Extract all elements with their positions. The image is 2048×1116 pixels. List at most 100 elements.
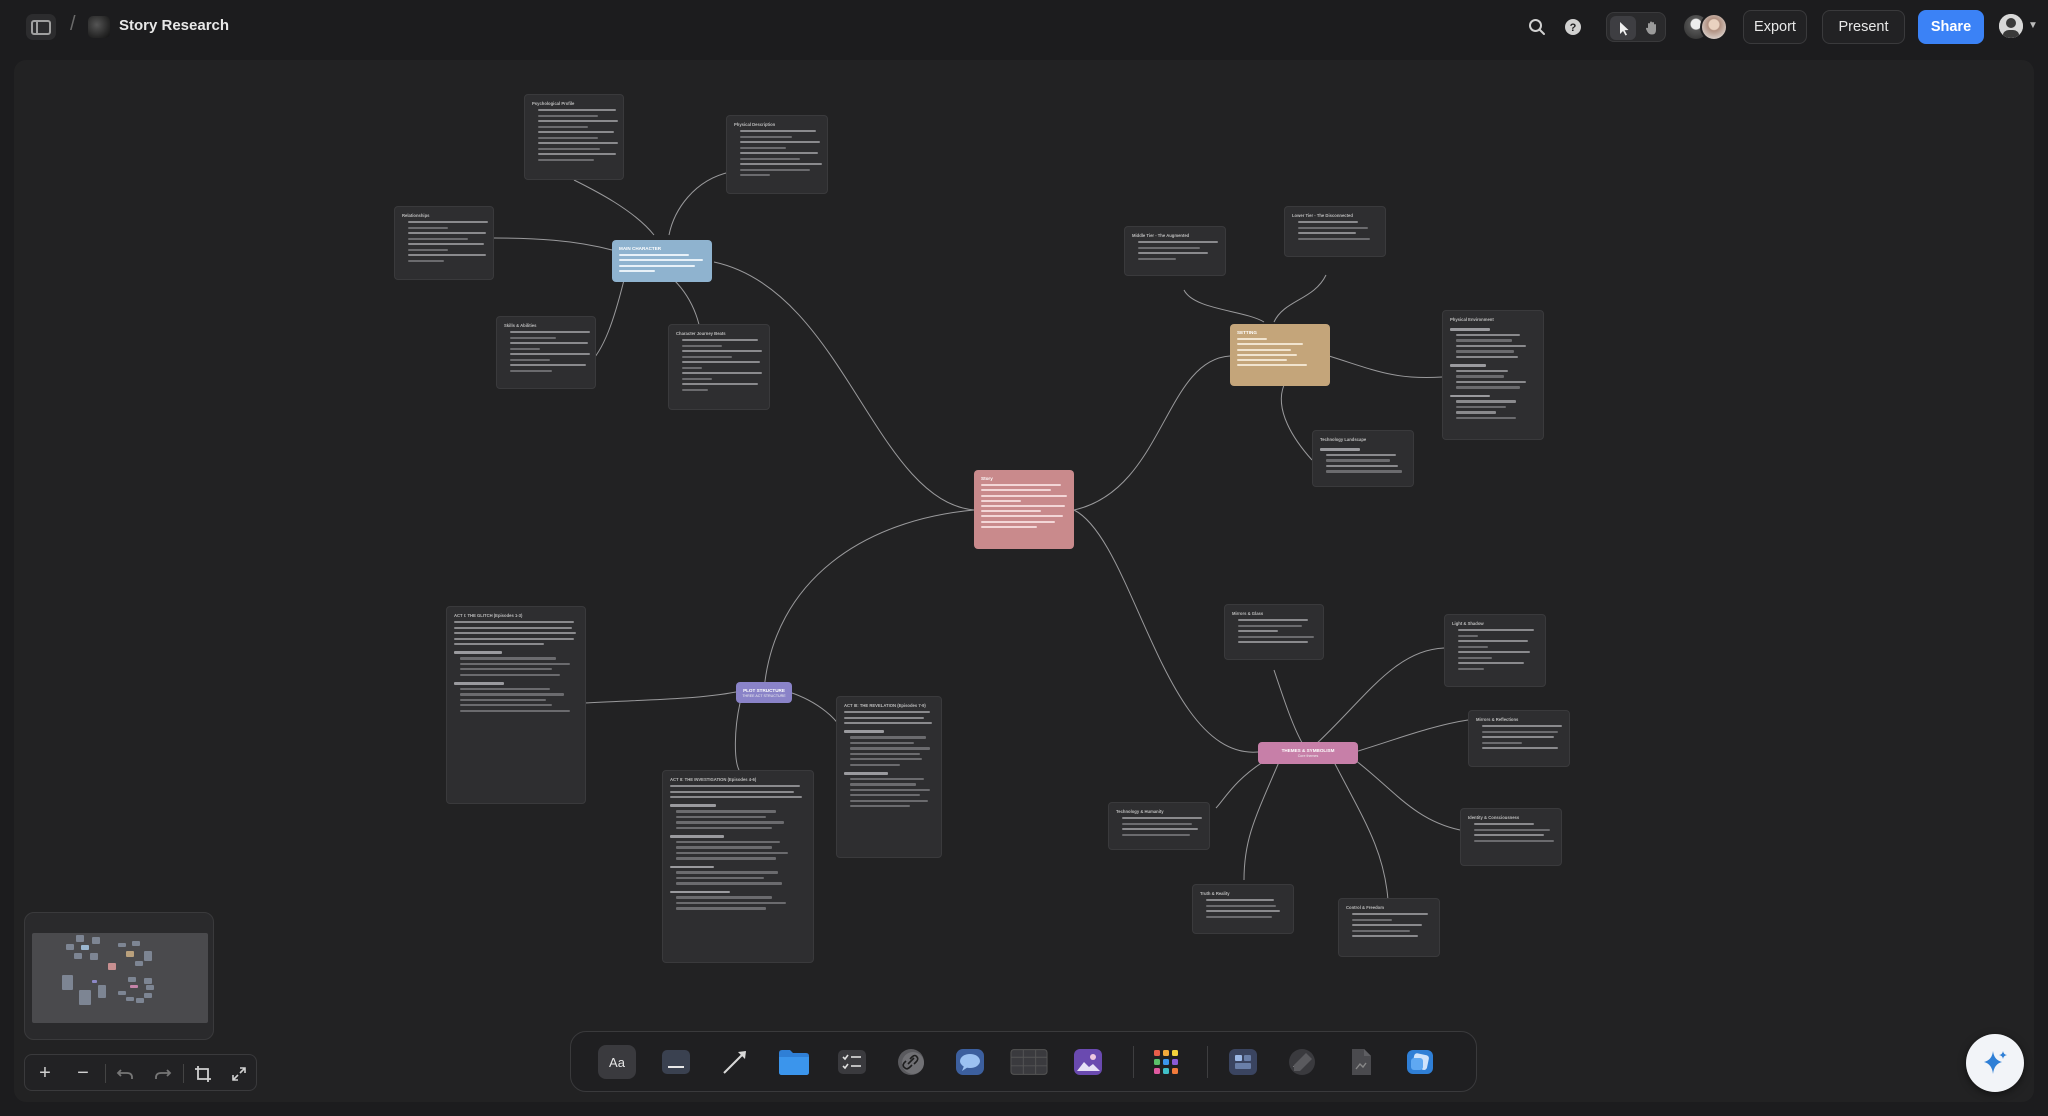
table-tool-button[interactable] [1010, 1045, 1048, 1079]
text-tool-button[interactable]: Aa [598, 1045, 636, 1079]
sticky-note-tool-button[interactable] [657, 1045, 695, 1079]
link-icon [898, 1049, 924, 1075]
setting-node[interactable]: SETTING [1230, 324, 1330, 386]
plot-node-sublabel: THREE ACT STRUCTURE [742, 693, 786, 698]
link-tool-button[interactable] [892, 1045, 930, 1079]
user-avatar[interactable] [1999, 14, 2023, 38]
user-icon [1999, 14, 2023, 38]
search-button[interactable] [1526, 16, 1548, 38]
fit-to-content-button[interactable] [185, 1055, 221, 1092]
help-icon: ? [1565, 19, 1581, 35]
zoom-out-button[interactable]: − [65, 1055, 101, 1092]
card-title: ACT II: THE INVESTIGATION (Episodes 4-6) [670, 777, 757, 782]
checklist-tool-button[interactable] [833, 1045, 871, 1079]
character-node-title: MAIN CHARACTER [619, 246, 662, 251]
act-one-card[interactable]: ACT I: THE GLITCH (Episodes 1-3) [446, 606, 586, 804]
zoom-controls: + − [24, 1054, 257, 1091]
page-title[interactable]: Story Research [119, 17, 229, 34]
comment-tool-button[interactable] [951, 1045, 989, 1079]
undo-button[interactable] [107, 1055, 143, 1092]
sidebar-toggle-button[interactable] [26, 14, 56, 40]
psychological-profile-card[interactable]: Psychological Profile [524, 94, 624, 180]
expand-icon [232, 1066, 246, 1081]
identity-consciousness-card[interactable]: Identity & Consciousness [1460, 808, 1562, 866]
card-title: Relationships [402, 213, 430, 218]
shapes-icon [1407, 1050, 1433, 1074]
checklist-icon [838, 1050, 866, 1074]
frame-tool-button[interactable] [1224, 1045, 1262, 1079]
technology-landscape-card[interactable]: Technology Landscape [1312, 430, 1414, 487]
present-button[interactable]: Present [1822, 10, 1905, 44]
doc-icon [1352, 1049, 1371, 1075]
card-title: Control & Freedom [1346, 905, 1384, 910]
light-shadow-card[interactable]: Light & Shadow [1444, 614, 1546, 687]
help-button[interactable]: ? [1562, 16, 1584, 38]
crop-icon [195, 1065, 211, 1082]
arrow-icon [723, 1051, 746, 1074]
image-tool-button[interactable] [1069, 1045, 1107, 1079]
pointer-icon [1620, 22, 1629, 36]
technology-humanity-card[interactable]: Technology & Humanity [1108, 802, 1210, 850]
setting-node-title: SETTING [1237, 330, 1257, 335]
share-button[interactable]: Share [1918, 10, 1984, 44]
apps-tool-button[interactable] [1147, 1045, 1185, 1079]
document-tool-button[interactable] [1342, 1045, 1380, 1079]
avatar[interactable] [1700, 13, 1728, 41]
comment-icon [956, 1049, 984, 1075]
chevron-down-icon[interactable]: ▼ [2028, 20, 2038, 31]
middle-tier-card[interactable]: Middle Tier - The Augmented [1124, 226, 1226, 276]
pen-icon [1289, 1049, 1315, 1075]
truth-reality-card[interactable]: Truth & Reality [1192, 884, 1294, 934]
main-character-node[interactable]: MAIN CHARACTER [612, 240, 712, 282]
plot-structure-node[interactable]: PLOT STRUCTURE THREE ACT STRUCTURE [736, 682, 792, 703]
shapes-tool-button[interactable] [1401, 1045, 1439, 1079]
central-story-node[interactable]: Story [974, 470, 1074, 549]
control-freedom-card[interactable]: Control & Freedom [1338, 898, 1440, 957]
card-title: Mirrors & Glass [1232, 611, 1264, 616]
card-title: Light & Shadow [1452, 621, 1484, 626]
physical-description-card[interactable]: Physical Description [726, 115, 828, 194]
sidebar-toggle-icon [31, 19, 51, 35]
character-journey-card[interactable]: Character Journey Beats [668, 324, 770, 410]
card-title: Technology Landscape [1320, 437, 1367, 442]
plot-node-label: PLOT STRUCTURE [743, 687, 785, 693]
lower-tier-card[interactable]: Lower Tier - The Disconnected [1284, 206, 1386, 257]
hand-icon [1645, 21, 1656, 35]
redo-button[interactable] [145, 1055, 181, 1092]
fullscreen-button[interactable] [221, 1055, 257, 1092]
interaction-mode-toggle [1606, 12, 1666, 42]
minimap[interactable] [24, 912, 214, 1040]
central-node-title: Story [981, 476, 993, 481]
table-icon [1010, 1049, 1048, 1075]
mirrors-reflections-card[interactable]: Mirrors & Reflections [1468, 710, 1570, 767]
card-title: Lower Tier - The Disconnected [1292, 213, 1353, 218]
physical-environment-card[interactable]: Physical Environment [1442, 310, 1544, 440]
skills-abilities-card[interactable]: Skills & Abilities [496, 316, 596, 389]
relationships-card[interactable]: Relationships [394, 206, 494, 280]
card-title: Skills & Abilities [504, 323, 537, 328]
act-two-card[interactable]: ACT II: THE INVESTIGATION (Episodes 4-6) [662, 770, 814, 963]
mirrors-glass-card[interactable]: Mirrors & Glass [1224, 604, 1324, 660]
pen-tool-button[interactable] [1283, 1045, 1321, 1079]
zoom-in-button[interactable]: + [27, 1055, 63, 1092]
whiteboard-canvas[interactable]: Story MAIN CHARACTER SETTING PLOT STRUCT… [14, 60, 2034, 1102]
document-thumbnail [88, 16, 110, 38]
minimap-viewport[interactable] [32, 933, 208, 1023]
act-three-card[interactable]: ACT III: THE REVELATION (Episodes 7-9) [836, 696, 942, 858]
card-title: Physical Description [734, 122, 776, 127]
themes-symbolism-node[interactable]: THEMES & SYMBOLISM Core themes [1258, 742, 1358, 764]
folder-tool-button[interactable] [775, 1045, 813, 1079]
arrow-tool-button[interactable] [716, 1045, 754, 1079]
pointer-tool-button[interactable] [1610, 16, 1636, 40]
sticky-icon [662, 1050, 690, 1074]
collaborator-avatars[interactable] [1682, 13, 1730, 41]
apps-icon [1154, 1050, 1178, 1074]
export-button[interactable]: Export [1743, 10, 1807, 44]
frame-icon [1229, 1049, 1257, 1075]
ai-assistant-button[interactable] [1966, 1034, 2024, 1092]
folder-icon [779, 1050, 809, 1075]
themes-node-sublabel: Core themes [1297, 754, 1319, 758]
hand-tool-button[interactable] [1639, 16, 1665, 40]
card-title: Mirrors & Reflections [1476, 717, 1519, 722]
mind-map-connectors [493, 171, 1469, 901]
